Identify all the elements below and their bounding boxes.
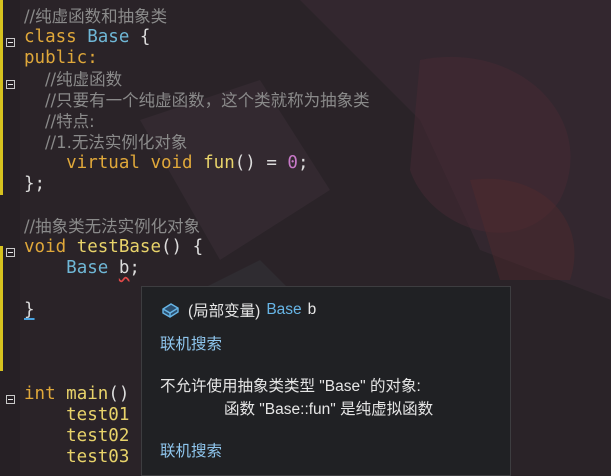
code-token: fun bbox=[203, 153, 235, 173]
local-variable-icon bbox=[162, 302, 179, 318]
code-token: () = bbox=[234, 153, 288, 173]
tooltip-header: (局部变量) Base b bbox=[161, 299, 316, 321]
code-line[interactable]: public: bbox=[24, 48, 611, 69]
editor-gutter bbox=[0, 0, 20, 476]
code-line[interactable]: //只要有一个纯虚函数，这个类就称为抽象类 bbox=[24, 90, 611, 111]
code-token: main bbox=[66, 384, 109, 404]
change-indicator bbox=[0, 246, 3, 371]
tooltip-kind: (局部变量) bbox=[188, 303, 261, 320]
code-token: void bbox=[24, 237, 77, 257]
fold-collapse-icon[interactable] bbox=[6, 248, 15, 257]
code-line[interactable]: class Base { bbox=[24, 27, 611, 48]
code-token: //1.无法实例化对象 bbox=[24, 133, 188, 152]
code-token: () { bbox=[160, 237, 204, 257]
error-line: 函数 "Base::fun" 是纯虚拟函数 bbox=[224, 401, 434, 418]
error-message: 不允许使用抽象类类型 "Base" 的对象: 函数 "Base::fun" 是纯… bbox=[160, 375, 433, 421]
code-token: ; bbox=[129, 258, 140, 278]
code-token: test01 bbox=[24, 405, 130, 425]
code-token: int bbox=[24, 384, 67, 404]
code-line[interactable]: //纯虚函数 bbox=[24, 69, 611, 90]
tooltip-type: Base bbox=[266, 301, 302, 318]
code-token: }; bbox=[24, 174, 46, 194]
code-line[interactable]: virtual void fun() = 0; bbox=[24, 153, 611, 174]
code-token: public: bbox=[24, 48, 98, 68]
code-token: test03 bbox=[24, 447, 130, 467]
code-token: ; bbox=[297, 153, 309, 173]
code-token: virtual bbox=[24, 153, 151, 173]
code-line[interactable]: void testBase() { bbox=[24, 237, 611, 258]
code-token: class bbox=[24, 27, 88, 47]
code-token: //纯虚函数 bbox=[24, 70, 123, 89]
search-online-link[interactable]: 联机搜索 bbox=[160, 439, 222, 461]
code-token: //只要有一个纯虚函数，这个类就称为抽象类 bbox=[24, 91, 370, 110]
code-token: Base bbox=[66, 258, 109, 278]
fold-collapse-icon[interactable] bbox=[6, 395, 15, 404]
code-line[interactable]: //抽象类无法实例化对象 bbox=[24, 216, 611, 237]
code-token: testBase bbox=[76, 237, 161, 257]
change-indicator bbox=[0, 0, 3, 195]
code-token: { bbox=[129, 27, 151, 47]
code-token: b bbox=[118, 258, 130, 278]
code-token: void bbox=[150, 153, 204, 173]
code-line[interactable] bbox=[24, 195, 611, 216]
code-line[interactable]: }; bbox=[24, 174, 611, 195]
code-line[interactable]: Base b; bbox=[24, 258, 611, 279]
search-online-link[interactable]: 联机搜索 bbox=[160, 332, 222, 354]
code-token: //特点: bbox=[24, 112, 95, 131]
fold-collapse-icon[interactable] bbox=[6, 38, 15, 47]
hover-tooltip: (局部变量) Base b 联机搜索 不允许使用抽象类类型 "Base" 的对象… bbox=[141, 286, 511, 476]
fold-collapse-icon[interactable] bbox=[6, 80, 15, 89]
code-token: //抽象类无法实例化对象 bbox=[24, 217, 201, 236]
code-line[interactable]: //特点: bbox=[24, 111, 611, 132]
code-token: //纯虚函数和抽象类 bbox=[24, 7, 168, 26]
code-token: Base bbox=[87, 27, 130, 47]
tooltip-var-name: b bbox=[307, 301, 317, 318]
code-token: } bbox=[24, 300, 35, 320]
code-line[interactable]: //1.无法实例化对象 bbox=[24, 132, 611, 153]
code-line[interactable]: //纯虚函数和抽象类 bbox=[24, 6, 611, 27]
code-token: test02 bbox=[24, 426, 130, 446]
code-token: 0 bbox=[287, 153, 298, 173]
code-token: () bbox=[108, 384, 130, 404]
error-line: 不允许使用抽象类类型 "Base" 的对象: bbox=[160, 378, 421, 395]
